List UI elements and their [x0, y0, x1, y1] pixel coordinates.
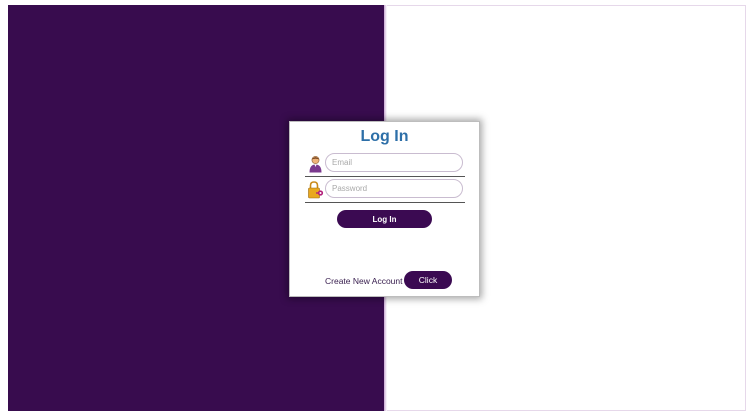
password-field[interactable]	[325, 179, 463, 198]
login-title: Log In	[360, 128, 409, 145]
login-button[interactable]: Log In	[337, 210, 432, 228]
login-card: Log In Log In Create New Account Click	[289, 121, 480, 297]
password-row	[305, 179, 465, 203]
email-field[interactable]	[325, 153, 463, 172]
email-row	[305, 153, 465, 177]
create-account-label: Create New Account	[325, 276, 403, 286]
create-account-button[interactable]: Click	[404, 271, 452, 289]
user-icon	[308, 155, 323, 173]
key-lock-icon	[308, 181, 324, 199]
